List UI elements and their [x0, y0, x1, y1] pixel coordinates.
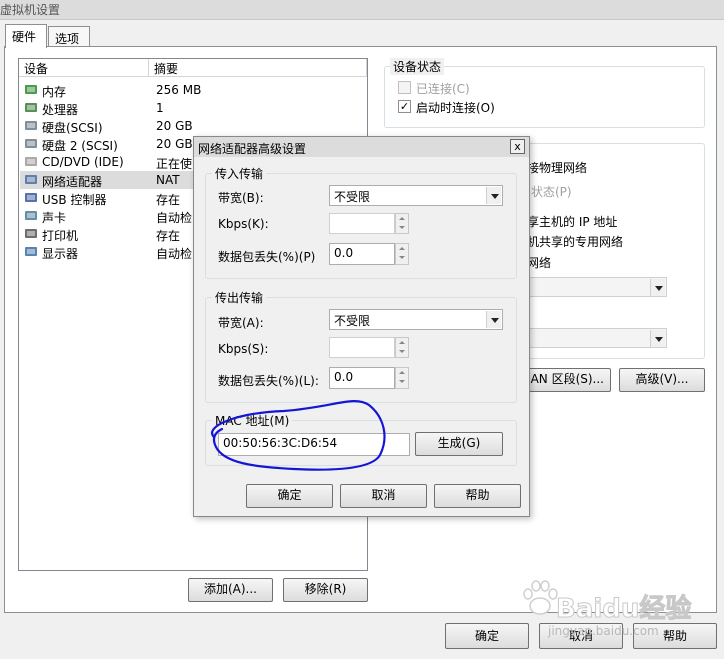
device-name: CD/DVD (IDE) — [42, 155, 124, 169]
connected-label: 已连接(C) — [416, 82, 470, 96]
window-titlebar: 虚拟机设置 — [0, 0, 724, 20]
display-icon — [24, 245, 38, 258]
device-row[interactable]: 内存 256 MB — [20, 81, 366, 99]
outgoing-loss-stepper[interactable] — [395, 367, 409, 389]
device-name: 内存 — [42, 85, 67, 99]
nat-label: 享主机的 IP 地址 — [527, 215, 618, 229]
stepper-up-icon — [396, 214, 408, 223]
usb-icon — [24, 191, 38, 204]
incoming-kbps-stepper[interactable] — [395, 213, 409, 234]
lan-segments-button[interactable]: AN 区段(S)... — [520, 368, 611, 392]
mac-address-title: MAC 地址(M) — [212, 412, 293, 429]
column-header-device[interactable]: 设备 — [19, 59, 149, 77]
device-summary: 20 GB — [156, 119, 193, 133]
dialog-titlebar: 网络适配器高级设置 x — [194, 137, 529, 157]
ok-button[interactable]: 确定 — [445, 623, 529, 649]
device-name: 显示器 — [42, 247, 79, 261]
incoming-loss-stepper[interactable] — [395, 243, 409, 265]
outgoing-kbps-stepper[interactable] — [395, 337, 409, 358]
chevron-down-icon — [650, 330, 665, 347]
device-row[interactable]: 硬盘(SCSI) 20 GB — [20, 117, 366, 135]
outgoing-transfer-title: 传出传输 — [212, 289, 267, 306]
replicate-state-label: 状态(P) — [531, 185, 572, 199]
add-device-button[interactable]: 添加(A)... — [188, 578, 273, 602]
chevron-down-icon — [650, 279, 665, 296]
stepper-down-icon — [396, 223, 408, 232]
device-row[interactable]: 处理器 1 — [20, 99, 366, 117]
close-icon[interactable]: x — [510, 139, 525, 154]
tab-options[interactable]: 选项 — [48, 26, 90, 48]
watermark-url: jingyan.baidu.com — [548, 624, 659, 638]
custom-network-select[interactable] — [527, 277, 667, 297]
connect-at-power-on-checkbox[interactable]: ✓ — [398, 100, 411, 113]
advanced-button[interactable]: 高级(V)... — [619, 368, 705, 392]
outgoing-kbps-label: Kbps(S): — [218, 342, 269, 356]
dialog-ok-button[interactable]: 确定 — [246, 484, 333, 508]
mac-address-input[interactable]: 00:50:56:3C:D6:54 — [218, 433, 410, 456]
lan-segment-select[interactable] — [527, 328, 667, 348]
device-name: 网络适配器 — [42, 175, 103, 189]
stepper-down-icon — [396, 253, 408, 262]
device-status-title: 设备状态 — [390, 58, 445, 75]
incoming-loss-input[interactable]: 0.0 — [329, 243, 395, 265]
printer-icon — [24, 227, 38, 240]
network-adapter-advanced-dialog: 网络适配器高级设置 x 传入传输 带宽(B): 不受限 Kbps(K): 数据包… — [193, 136, 530, 517]
dialog-help-button[interactable]: 帮助 — [434, 484, 521, 508]
chevron-down-icon — [486, 187, 501, 204]
sound-card-icon — [24, 209, 38, 222]
processor-icon — [24, 101, 38, 114]
window-title: 虚拟机设置 — [0, 3, 61, 17]
dialog-cancel-button[interactable]: 取消 — [340, 484, 427, 508]
generate-mac-button[interactable]: 生成(G) — [415, 432, 503, 456]
incoming-transfer-title: 传入传输 — [212, 165, 267, 182]
incoming-bandwidth-label: 带宽(B): — [218, 191, 264, 205]
stepper-up-icon — [396, 368, 408, 377]
outgoing-loss-input[interactable]: 0.0 — [329, 367, 395, 389]
outgoing-loss-label: 数据包丢失(%)(L): — [218, 374, 319, 388]
cd-dvd-icon — [24, 155, 38, 168]
tab-hardware[interactable]: 硬件 — [5, 24, 47, 48]
incoming-loss-label: 数据包丢失(%)(P) — [218, 250, 316, 264]
device-summary: 256 MB — [156, 83, 202, 97]
connect-at-power-on-label: 启动时连接(O) — [416, 101, 495, 115]
outgoing-kbps-input[interactable] — [329, 337, 395, 358]
stepper-down-icon — [396, 377, 408, 386]
device-name: USB 控制器 — [42, 193, 107, 207]
device-name: 打印机 — [42, 229, 79, 243]
bridged-label: 接物理网络 — [527, 161, 588, 175]
device-name: 声卡 — [42, 211, 67, 225]
device-summary: 1 — [156, 101, 164, 115]
stepper-up-icon — [396, 338, 408, 347]
device-name: 硬盘(SCSI) — [42, 121, 103, 135]
column-header-summary[interactable]: 摘要 — [149, 59, 367, 77]
watermark-brand: Baidu经验 — [555, 594, 692, 625]
memory-icon — [24, 83, 38, 96]
hard-disk-icon — [24, 137, 38, 150]
outgoing-bandwidth-label: 带宽(A): — [218, 316, 264, 330]
device-name: 处理器 — [42, 103, 79, 117]
stepper-down-icon — [396, 347, 408, 356]
custom-label: 网络 — [527, 256, 552, 270]
incoming-bandwidth-select[interactable]: 不受限 — [329, 185, 503, 206]
device-status-group — [384, 66, 705, 128]
remove-device-button[interactable]: 移除(R) — [283, 578, 368, 602]
device-name: 硬盘 2 (SCSI) — [42, 139, 118, 153]
host-only-label: 机共享的专用网络 — [527, 235, 624, 249]
network-adapter-icon — [24, 173, 38, 186]
dialog-title: 网络适配器高级设置 — [198, 142, 307, 156]
stepper-up-icon — [396, 244, 408, 253]
incoming-kbps-label: Kbps(K): — [218, 217, 269, 231]
connected-checkbox[interactable] — [398, 81, 411, 94]
hard-disk-icon — [24, 119, 38, 132]
incoming-kbps-input[interactable] — [329, 213, 395, 234]
chevron-down-icon — [486, 311, 501, 328]
outgoing-bandwidth-select[interactable]: 不受限 — [329, 309, 503, 330]
